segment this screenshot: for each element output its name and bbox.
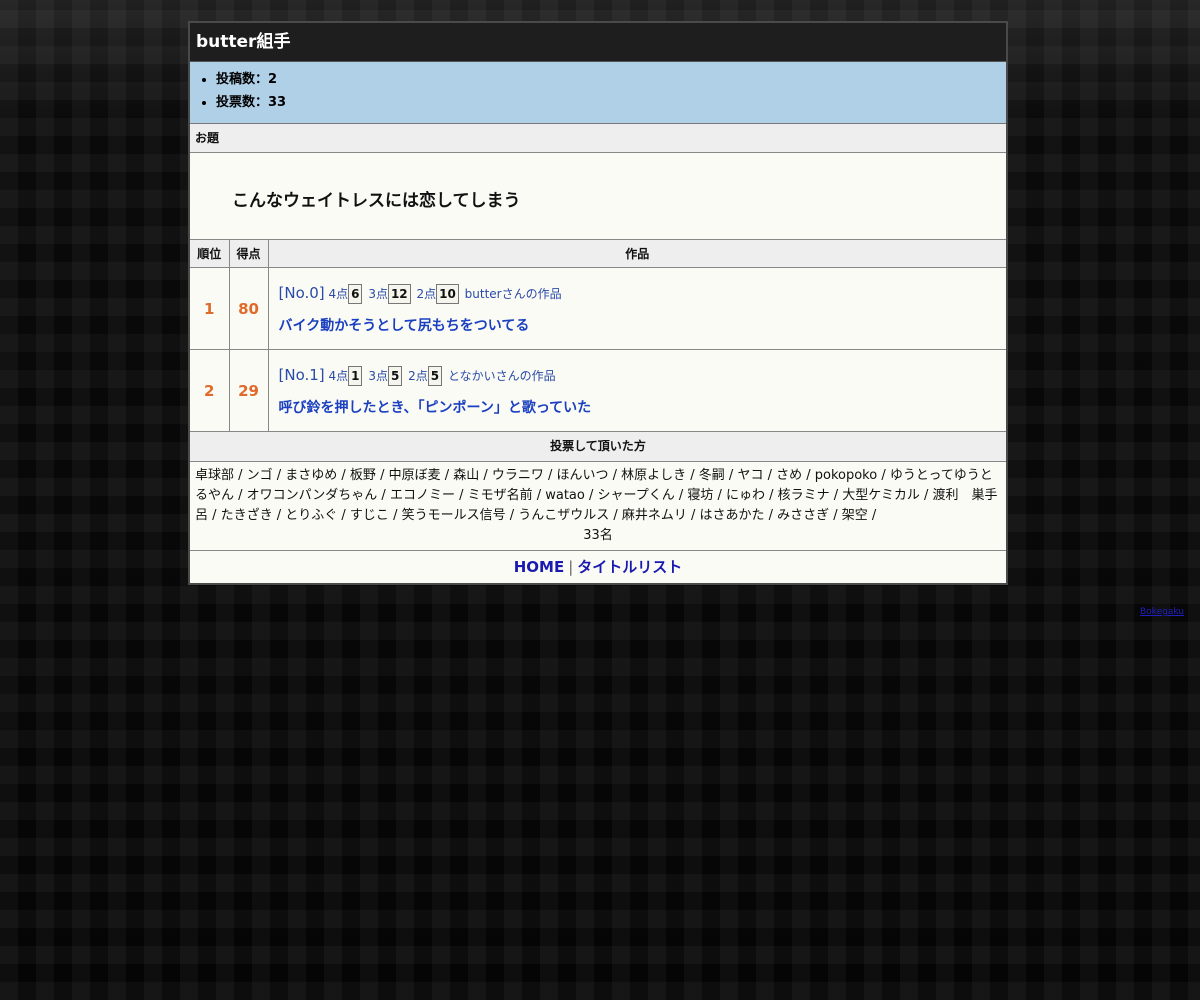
title-list-link[interactable]: タイトルリスト bbox=[577, 558, 682, 576]
points-2-count: 5 bbox=[427, 366, 443, 386]
work-number: [No.0] bbox=[278, 284, 325, 302]
voters-panel: 卓球部 / ンゴ / まさゆめ / 板野 / 中原ぼ麦 / 森山 / ウラニワ … bbox=[190, 461, 1006, 551]
work-title-link[interactable]: バイク動かそうとして尻もちをついてる bbox=[279, 315, 1007, 335]
work-author: となかいさんの作品 bbox=[447, 369, 556, 383]
score-cell: 80 bbox=[229, 267, 269, 350]
work-number: [No.1] bbox=[278, 366, 325, 384]
points-4-label: 4点 bbox=[328, 369, 349, 383]
points-4-count: 6 bbox=[348, 284, 363, 304]
home-link[interactable]: HOME bbox=[514, 558, 564, 576]
work-title-link[interactable]: 呼び鈴を押したとき、「ピンポーン」と歌っていた bbox=[279, 397, 1007, 417]
voters-count: 33名 bbox=[583, 528, 613, 543]
points-2-label: 2点 bbox=[408, 369, 428, 383]
points-2-label: 2点 bbox=[416, 287, 437, 301]
odai-text: こんなウェイトレスには恋してしまう bbox=[190, 153, 1006, 240]
table-row: 1 80 [No.0] 4点 6 3点 12 2点 10 butterさんの作品 バイ… bbox=[190, 267, 1007, 350]
score-cell: 29 bbox=[229, 349, 269, 432]
work-cell: [No.1] 4点 1 3点 5 2点 5 となかいさんの作品 呼び鈴を押したとき、「… bbox=[268, 349, 1007, 432]
points-4-count: 1 bbox=[348, 366, 363, 386]
bokegaku-link[interactable]: Bokegaku bbox=[1140, 607, 1184, 617]
work-cell: [No.0] 4点 6 3点 12 2点 10 butterさんの作品 バイク動かそう… bbox=[268, 267, 1007, 350]
voters-heading: 投票して頂いた方 bbox=[190, 432, 1006, 461]
main-panel: butter組手 投稿数：2 投票数：33 お題 こんなウェイトレスには恋してし… bbox=[188, 21, 1008, 585]
work-meta: [No.1] 4点 1 3点 5 2点 5 となかいさんの作品 bbox=[279, 364, 1007, 387]
points-3-label: 3点 bbox=[368, 287, 388, 301]
points-3-label: 3点 bbox=[368, 369, 388, 383]
points-3-count: 5 bbox=[387, 366, 403, 386]
stats-panel: 投稿数：2 投票数：33 bbox=[190, 62, 1006, 124]
posts-count: 投稿数：2 bbox=[216, 68, 1006, 91]
ranking-header-row: 順位 得点 作品 bbox=[190, 240, 1006, 268]
footer-separator: | bbox=[568, 558, 574, 576]
points-3-count: 12 bbox=[387, 284, 411, 304]
votes-count: 投票数：33 bbox=[216, 91, 1006, 114]
rank-column-header: 順位 bbox=[190, 240, 230, 268]
work-column-header: 作品 bbox=[268, 240, 1006, 268]
odai-heading: お題 bbox=[190, 124, 1006, 153]
table-row: 2 29 [No.1] 4点 1 3点 5 2点 5 となかいさんの作品 呼び鈴を押し… bbox=[190, 349, 1007, 432]
voters-list: 卓球部 / ンゴ / まさゆめ / 板野 / 中原ぼ麦 / 森山 / ウラニワ … bbox=[195, 468, 998, 523]
ranking-table: 順位 得点 作品 1 80 [No.0] 4点 6 3点 12 2点 10 butte… bbox=[190, 240, 1006, 432]
work-author: butterさんの作品 bbox=[464, 287, 562, 301]
stats-list: 投稿数：2 投票数：33 bbox=[190, 68, 1006, 114]
footer-nav: HOME | タイトルリスト bbox=[190, 551, 1006, 583]
rank-cell: 1 bbox=[190, 267, 230, 350]
rank-cell: 2 bbox=[190, 349, 230, 432]
points-2-count: 10 bbox=[436, 284, 459, 304]
score-column-header: 得点 bbox=[229, 240, 269, 268]
work-meta: [No.0] 4点 6 3点 12 2点 10 butterさんの作品 bbox=[279, 282, 1007, 305]
points-4-label: 4点 bbox=[328, 287, 349, 301]
page-title: butter組手 bbox=[190, 23, 1006, 62]
